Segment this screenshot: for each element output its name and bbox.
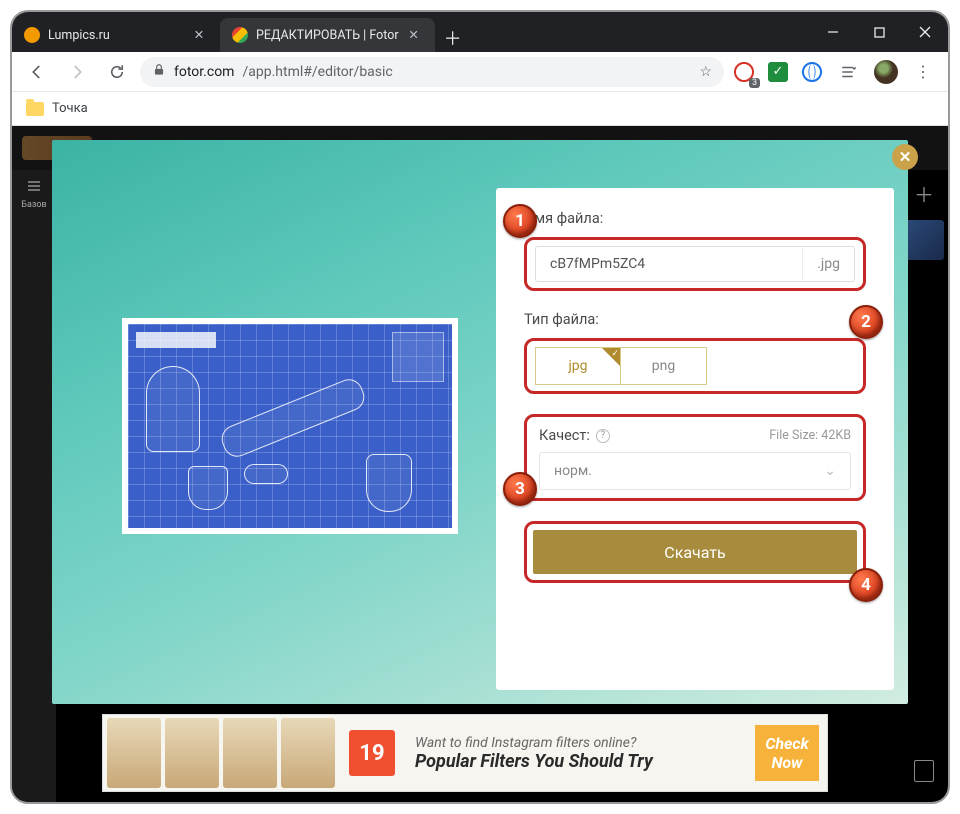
callout-1: 1	[503, 204, 537, 238]
profile-avatar[interactable]	[872, 58, 900, 86]
extension-check[interactable]: ✓	[764, 58, 792, 86]
close-window-button[interactable]	[902, 12, 948, 52]
filetype-group: jpg png 2	[524, 338, 866, 394]
trash-icon[interactable]	[914, 760, 934, 782]
lock-icon	[152, 63, 166, 81]
type-png-button[interactable]: png	[621, 347, 707, 385]
callout-2: 2	[849, 305, 883, 339]
ad-thumb	[165, 718, 219, 788]
reload-button[interactable]	[100, 55, 134, 89]
ad-thumb	[223, 718, 277, 788]
download-group: Скачать 4	[524, 521, 866, 583]
close-icon[interactable]: ✕	[407, 28, 421, 42]
ad-thumb	[107, 718, 161, 788]
back-button[interactable]	[20, 55, 54, 89]
filename-group: .jpg 1	[524, 237, 866, 291]
browser-titlebar: Lumpics.ru ✕ РЕДАКТИРОВАТЬ | Fotor ✕ ＋	[12, 12, 948, 52]
ad-number: 19	[349, 730, 395, 776]
minimize-button[interactable]	[810, 12, 856, 52]
bookmarks-bar: Точка	[12, 92, 948, 126]
download-button[interactable]: Скачать	[533, 530, 857, 574]
close-icon[interactable]: ✕	[192, 28, 206, 42]
filesize-text: File Size: 42KB	[769, 428, 851, 443]
filename-ext: .jpg	[802, 247, 854, 281]
quality-label: Качест:	[539, 427, 590, 444]
add-image-button[interactable]: ＋	[913, 182, 935, 204]
type-jpg-button[interactable]: jpg	[535, 347, 621, 385]
export-modal: ✕ Имя файла: .jpg	[52, 140, 908, 704]
ad-thumb	[281, 718, 335, 788]
folder-icon	[26, 102, 44, 116]
export-preview	[122, 318, 458, 534]
ad-line2: Popular Filters You Should Try	[415, 751, 745, 772]
quality-select[interactable]: норм. ⌄	[539, 452, 851, 490]
adblock-count: 3	[749, 78, 760, 88]
help-icon[interactable]: ?	[596, 429, 610, 443]
ad-line1: Want to find Instagram filters online?	[415, 735, 745, 751]
check-icon	[602, 348, 620, 366]
new-tab-button[interactable]: ＋	[439, 24, 467, 52]
tab-lumpics[interactable]: Lumpics.ru ✕	[12, 18, 220, 52]
forward-button[interactable]	[60, 55, 94, 89]
filetype-label: Тип файла:	[524, 311, 866, 328]
tab-fotor[interactable]: РЕДАКТИРОВАТЬ | Fotor ✕	[220, 18, 435, 52]
window-controls	[810, 12, 948, 52]
blueprint-image	[128, 324, 452, 528]
quality-value: норм.	[554, 463, 592, 479]
close-modal-button[interactable]: ✕	[892, 144, 918, 170]
address-bar-row: fotor.com/app.html#/editor/basic ☆ 3 ✓ ⋮	[12, 52, 948, 92]
export-panel: Имя файла: .jpg 1 Тип файла: jpg	[496, 188, 894, 690]
callout-3: 3	[503, 472, 537, 506]
sidebar-label: Базов	[21, 200, 46, 210]
maximize-button[interactable]	[856, 12, 902, 52]
chevron-down-icon: ⌄	[824, 463, 836, 479]
tab-label: РЕДАКТИРОВАТЬ | Fotor	[256, 28, 399, 43]
filename-label: Имя файла:	[524, 210, 866, 227]
tab-label: Lumpics.ru	[48, 28, 184, 43]
filename-input[interactable]	[536, 247, 802, 281]
star-icon[interactable]: ☆	[699, 64, 712, 80]
thumbnail[interactable]	[904, 220, 944, 260]
quality-group: Качест: ? File Size: 42KB норм. ⌄ 3	[524, 414, 866, 501]
page-viewport: Базов ＋ 19 Want to find Instagram filter…	[12, 126, 948, 802]
sliders-icon[interactable]	[24, 178, 44, 194]
favicon-icon	[24, 27, 40, 43]
editor-sidebar: Базов	[12, 170, 56, 802]
extension-adblock[interactable]: 3	[730, 58, 758, 86]
ad-banner[interactable]: 19 Want to find Instagram filters online…	[102, 714, 828, 792]
favicon-icon	[232, 27, 248, 43]
omnibox[interactable]: fotor.com/app.html#/editor/basic ☆	[140, 57, 724, 87]
ad-cta[interactable]: Check Now	[755, 725, 819, 781]
extension-globe[interactable]	[798, 58, 826, 86]
menu-button[interactable]: ⋮	[906, 55, 940, 89]
url-host: fotor.com	[174, 64, 234, 80]
reading-list-icon[interactable]	[832, 55, 866, 89]
callout-4: 4	[849, 568, 883, 602]
bookmark-item[interactable]: Точка	[52, 101, 88, 116]
url-path: /app.html#/editor/basic	[242, 64, 392, 80]
